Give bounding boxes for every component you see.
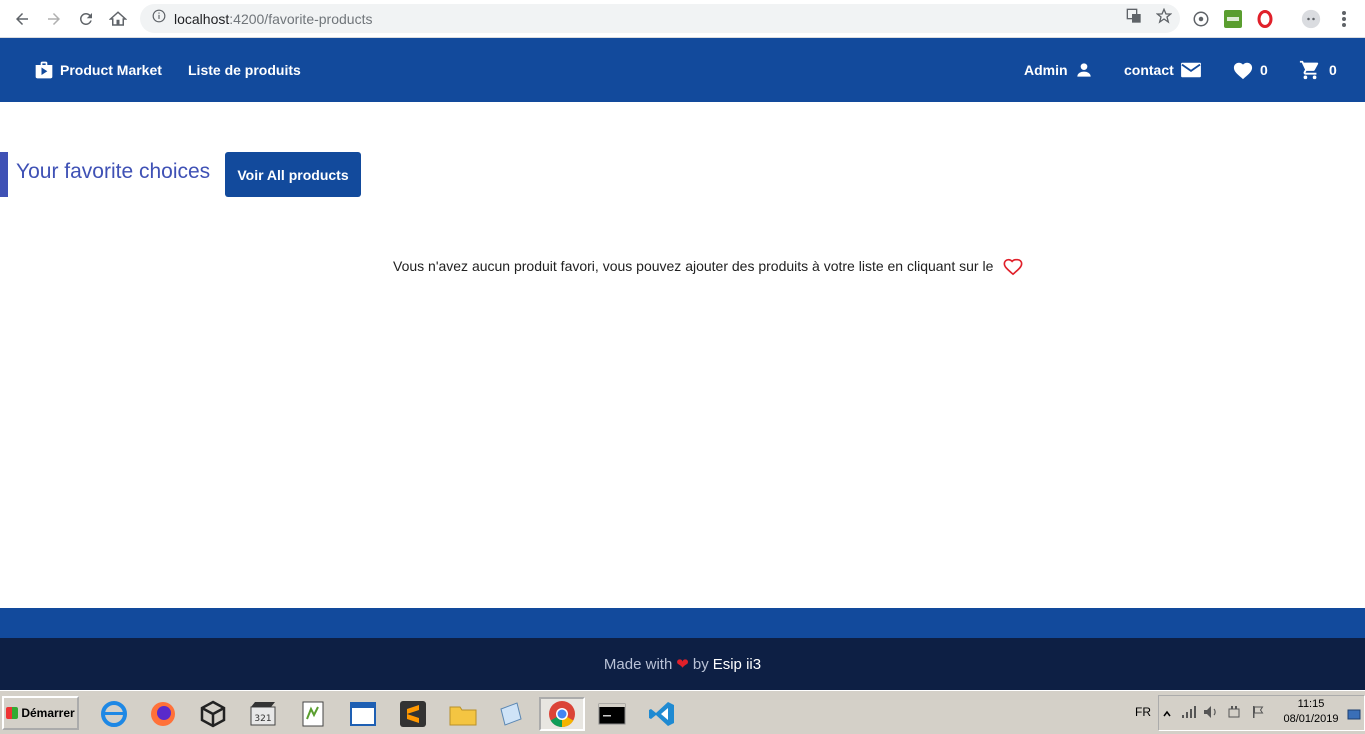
contact-label: contact bbox=[1124, 62, 1174, 78]
sublime-text-icon[interactable] bbox=[396, 697, 430, 731]
translate-icon[interactable] bbox=[1126, 8, 1142, 29]
svg-text:321: 321 bbox=[254, 714, 271, 724]
cart-icon bbox=[1299, 59, 1321, 81]
power-plug-icon[interactable] bbox=[1227, 705, 1241, 724]
notepad-icon[interactable] bbox=[493, 697, 527, 731]
person-icon bbox=[1074, 60, 1094, 80]
firefox-icon[interactable] bbox=[146, 697, 180, 731]
bookmark-star-icon[interactable] bbox=[1155, 7, 1173, 29]
shop-bag-icon bbox=[34, 60, 54, 80]
site-info-icon[interactable] bbox=[152, 9, 166, 28]
command-prompt-icon[interactable] bbox=[595, 697, 629, 731]
url-path: :4200/favorite-products bbox=[229, 10, 373, 27]
footer-made-with: Made with bbox=[603, 655, 673, 673]
profile-avatar-icon[interactable] bbox=[1301, 9, 1321, 29]
browser-toolbar: localhost:4200/favorite-products bbox=[0, 0, 1365, 38]
footer: Made with ❤ by Esip ii3 bbox=[0, 638, 1365, 690]
chrome-icon[interactable] bbox=[539, 697, 585, 731]
reload-icon[interactable] bbox=[70, 3, 102, 35]
show-desktop-icon[interactable] bbox=[1347, 708, 1361, 726]
title-accent-bar bbox=[0, 152, 8, 197]
footer-author: Esip ii3 bbox=[712, 655, 762, 673]
admin-link[interactable]: Admin bbox=[1024, 38, 1094, 102]
start-label: Démarrer bbox=[21, 706, 75, 720]
cart-count: 0 bbox=[1329, 62, 1337, 78]
admin-label: Admin bbox=[1024, 62, 1068, 78]
url-host: localhost bbox=[174, 10, 230, 27]
vscode-icon[interactable] bbox=[645, 697, 679, 731]
url-text: localhost:4200/favorite-products bbox=[174, 11, 372, 27]
mail-icon bbox=[1180, 61, 1202, 79]
file-explorer-icon[interactable] bbox=[446, 697, 480, 731]
products-link[interactable]: Liste de produits bbox=[188, 38, 301, 102]
address-bar[interactable]: localhost:4200/favorite-products bbox=[140, 4, 1180, 33]
browser-menu-icon[interactable] bbox=[1334, 9, 1354, 29]
empty-favorites-message: Vous n'avez aucun produit favori, vous p… bbox=[393, 258, 994, 274]
brand-link[interactable]: Product Market bbox=[34, 38, 162, 102]
opera-extension-icon[interactable] bbox=[1255, 9, 1275, 29]
back-arrow-icon[interactable] bbox=[6, 3, 38, 35]
window-app-icon[interactable] bbox=[346, 697, 380, 731]
footer-band bbox=[0, 608, 1365, 638]
voir-all-products-button[interactable]: Voir All products bbox=[225, 152, 361, 197]
app-navbar: Product Market Liste de produits Admin c… bbox=[0, 38, 1365, 102]
footer-heart-icon: ❤ bbox=[676, 656, 689, 673]
start-button[interactable]: Démarrer bbox=[2, 696, 79, 730]
media-player-icon[interactable]: 321 bbox=[246, 697, 280, 731]
windows-logo-icon bbox=[6, 707, 19, 719]
footer-by: by bbox=[692, 655, 709, 673]
heart-icon bbox=[1232, 60, 1254, 80]
notepad-plus-plus-icon[interactable] bbox=[296, 697, 330, 731]
cart-link[interactable]: 0 bbox=[1299, 38, 1337, 102]
action-center-flag-icon[interactable] bbox=[1251, 705, 1265, 724]
network-signal-icon[interactable] bbox=[1181, 705, 1197, 724]
page-title: Your favorite choices bbox=[16, 160, 211, 183]
favorites-count: 0 bbox=[1260, 62, 1268, 78]
clock-date[interactable]: 08/01/2019 bbox=[1281, 713, 1341, 725]
heart-outline-icon bbox=[1002, 256, 1024, 281]
favorites-link[interactable]: 0 bbox=[1232, 38, 1268, 102]
internet-explorer-icon[interactable] bbox=[97, 697, 131, 731]
brand-label: Product Market bbox=[60, 62, 162, 78]
language-indicator[interactable]: FR bbox=[1135, 705, 1151, 719]
tray-expand-icon[interactable] bbox=[1163, 706, 1171, 724]
os-taskbar: Démarrer 321 FR 11:15 08/01/2019 bbox=[0, 690, 1365, 734]
extension-icon[interactable] bbox=[1191, 9, 1211, 29]
cors-extension-icon[interactable] bbox=[1223, 9, 1243, 29]
unity-icon[interactable] bbox=[196, 697, 230, 731]
contact-link[interactable]: contact bbox=[1124, 38, 1202, 102]
forward-arrow-icon[interactable] bbox=[38, 3, 70, 35]
clock-time[interactable]: 11:15 bbox=[1293, 698, 1329, 710]
home-icon[interactable] bbox=[102, 3, 134, 35]
volume-icon[interactable] bbox=[1203, 705, 1219, 724]
